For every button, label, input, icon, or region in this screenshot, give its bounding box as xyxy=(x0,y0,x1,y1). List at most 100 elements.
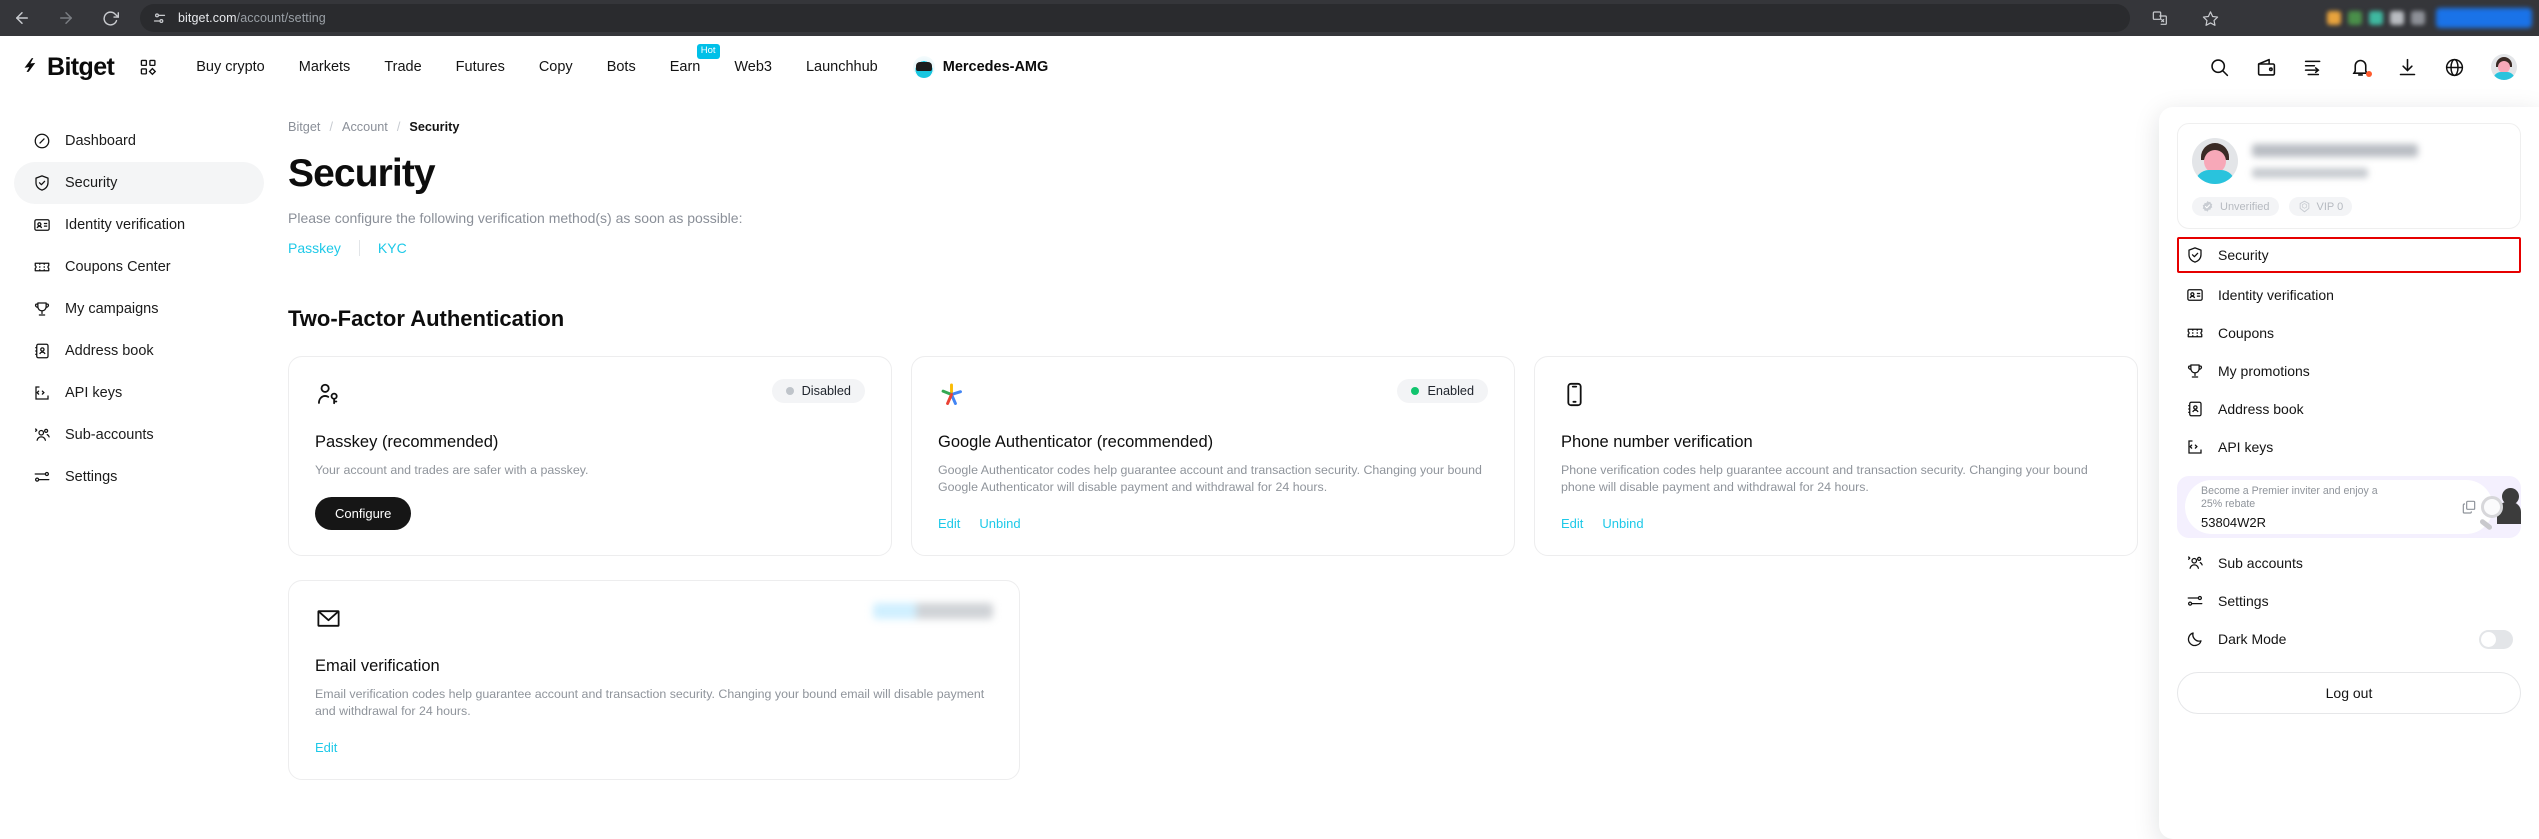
profile-badges: Unverified VIP 0 xyxy=(2192,197,2506,216)
apps-grid-icon[interactable] xyxy=(140,59,157,76)
profile-summary[interactable]: Unverified VIP 0 xyxy=(2177,123,2521,229)
copy-icon[interactable] xyxy=(2461,499,2477,515)
nav-item-futures[interactable]: Futures xyxy=(439,59,522,75)
quick-link-passkey[interactable]: Passkey xyxy=(288,240,359,256)
breadcrumb: Bitget / Account / Security xyxy=(288,120,2138,134)
sliders-icon xyxy=(2185,592,2204,611)
breadcrumb-root[interactable]: Bitget xyxy=(288,120,320,134)
nav-item-copy[interactable]: Copy xyxy=(522,59,590,75)
dropdown-item-security[interactable]: Security xyxy=(2177,237,2521,273)
unbind-link[interactable]: Unbind xyxy=(979,516,1020,531)
vip-hexagon-icon xyxy=(2299,200,2309,213)
configure-button[interactable]: Configure xyxy=(315,497,412,530)
extension-icon[interactable] xyxy=(2348,11,2362,25)
bookmark-star-icon[interactable] xyxy=(2192,0,2228,36)
breadcrumb-current: Security xyxy=(409,120,460,134)
sidebar-item-sub-accounts[interactable]: Sub-accounts xyxy=(14,414,264,456)
nav-item-web3[interactable]: Web3 xyxy=(717,59,789,75)
log-out-button[interactable]: Log out xyxy=(2177,672,2521,714)
browser-toolbar: bitget.com/account/setting xyxy=(0,0,2539,36)
dropdown-item-dark-mode[interactable]: Dark Mode xyxy=(2177,620,2521,658)
address-bar[interactable]: bitget.com/account/setting xyxy=(140,4,2130,32)
unbind-link[interactable]: Unbind xyxy=(1602,516,1643,531)
nav-item-earn[interactable]: Earn Hot xyxy=(653,44,720,75)
card-actions: Edit Unbind xyxy=(938,516,1488,531)
account-sidebar: Dashboard Security Identity verification… xyxy=(14,120,264,498)
sidebar-item-label: Security xyxy=(65,175,118,191)
sidebar-item-address-book[interactable]: Address book xyxy=(14,330,264,372)
sidebar-item-label: Coupons Center xyxy=(65,259,171,275)
dropdown-item-coupons[interactable]: Coupons xyxy=(2177,314,2521,352)
back-arrow-icon[interactable] xyxy=(0,0,44,36)
avatar[interactable] xyxy=(2192,138,2238,184)
referral-promo-text: Become a Premier inviter and enjoy a 25%… xyxy=(2201,485,2451,530)
security-card-row-2: Email verification Email verification co… xyxy=(288,580,2138,780)
reload-icon[interactable] xyxy=(88,0,132,36)
card-description: Google Authenticator codes help guarante… xyxy=(938,463,1482,494)
card-actions: Edit xyxy=(315,740,993,755)
dropdown-item-identity-verification[interactable]: Identity verification xyxy=(2177,276,2521,314)
search-icon[interactable] xyxy=(2209,57,2230,78)
dropdown-item-address-book[interactable]: Address book xyxy=(2177,390,2521,428)
referral-promo-banner[interactable]: Become a Premier inviter and enjoy a 25%… xyxy=(2177,476,2521,538)
edit-link[interactable]: Edit xyxy=(938,516,960,531)
promo-line-2: 25% rebate xyxy=(2201,498,2256,510)
download-icon[interactable] xyxy=(2397,57,2418,78)
extension-icon[interactable] xyxy=(2411,11,2425,25)
phone-icon xyxy=(1561,379,1591,409)
nav-label: Web3 xyxy=(734,59,772,75)
sidebar-item-identity-verification[interactable]: Identity verification xyxy=(14,204,264,246)
edit-link[interactable]: Edit xyxy=(315,740,337,755)
breadcrumb-middle[interactable]: Account xyxy=(342,120,388,134)
sidebar-item-dashboard[interactable]: Dashboard xyxy=(14,120,264,162)
ticket-icon xyxy=(2185,324,2204,343)
orders-icon[interactable] xyxy=(2303,57,2324,78)
users-icon xyxy=(2185,554,2204,573)
dropdown-item-label: Dark Mode xyxy=(2218,631,2287,647)
nav-item-bots[interactable]: Bots xyxy=(590,59,653,75)
site-settings-icon[interactable] xyxy=(152,10,168,26)
dropdown-item-settings[interactable]: Settings xyxy=(2177,582,2521,620)
nav-label: Earn xyxy=(669,59,701,75)
dark-mode-toggle[interactable] xyxy=(2479,629,2513,649)
browser-extension-strip[interactable] xyxy=(2319,0,2539,36)
header-actions xyxy=(2209,54,2539,80)
card-title: Email verification xyxy=(315,657,440,675)
security-card-row-1: Disabled Passkey (recommended) Your acco… xyxy=(288,356,2138,556)
translate-icon[interactable] xyxy=(2142,0,2178,36)
nav-item-buy-crypto[interactable]: Buy crypto xyxy=(179,59,282,75)
extension-icon[interactable] xyxy=(2390,11,2404,25)
nav-item-mercedes-amg[interactable]: Mercedes-AMG xyxy=(895,56,1048,78)
ticket-icon xyxy=(32,258,51,277)
hot-badge: Hot xyxy=(696,44,720,59)
extension-icon[interactable] xyxy=(2327,11,2341,25)
notification-bell-icon[interactable] xyxy=(2350,57,2372,78)
sidebar-item-settings[interactable]: Settings xyxy=(14,456,264,498)
forward-arrow-icon[interactable] xyxy=(44,0,88,36)
shield-check-icon xyxy=(32,174,51,193)
sidebar-item-coupons-center[interactable]: Coupons Center xyxy=(14,246,264,288)
browser-profile-pill[interactable] xyxy=(2436,8,2532,28)
security-card-passkey: Disabled Passkey (recommended) Your acco… xyxy=(288,356,892,556)
sidebar-item-security[interactable]: Security xyxy=(14,162,264,204)
wallet-icon[interactable] xyxy=(2256,57,2277,78)
extension-icon[interactable] xyxy=(2369,11,2383,25)
nav-item-launchhub[interactable]: Launchhub xyxy=(789,59,895,75)
bitget-logo[interactable]: Bitget xyxy=(18,53,115,82)
nav-item-markets[interactable]: Markets xyxy=(282,59,368,75)
dropdown-item-sub-accounts[interactable]: Sub accounts xyxy=(2177,544,2521,582)
dropdown-item-label: My promotions xyxy=(2218,363,2310,379)
dropdown-item-api-keys[interactable]: API keys xyxy=(2177,428,2521,466)
nav-label: Trade xyxy=(384,59,422,75)
quick-link-kyc[interactable]: KYC xyxy=(358,240,425,256)
globe-language-icon[interactable] xyxy=(2444,57,2465,78)
masked-uid xyxy=(2252,168,2368,178)
avatar[interactable] xyxy=(2491,54,2517,80)
sidebar-item-my-campaigns[interactable]: My campaigns xyxy=(14,288,264,330)
sidebar-item-label: Dashboard xyxy=(65,133,136,149)
sliders-icon xyxy=(32,468,51,487)
nav-item-trade[interactable]: Trade xyxy=(367,59,438,75)
dropdown-item-my-promotions[interactable]: My promotions xyxy=(2177,352,2521,390)
sidebar-item-api-keys[interactable]: API keys xyxy=(14,372,264,414)
edit-link[interactable]: Edit xyxy=(1561,516,1583,531)
